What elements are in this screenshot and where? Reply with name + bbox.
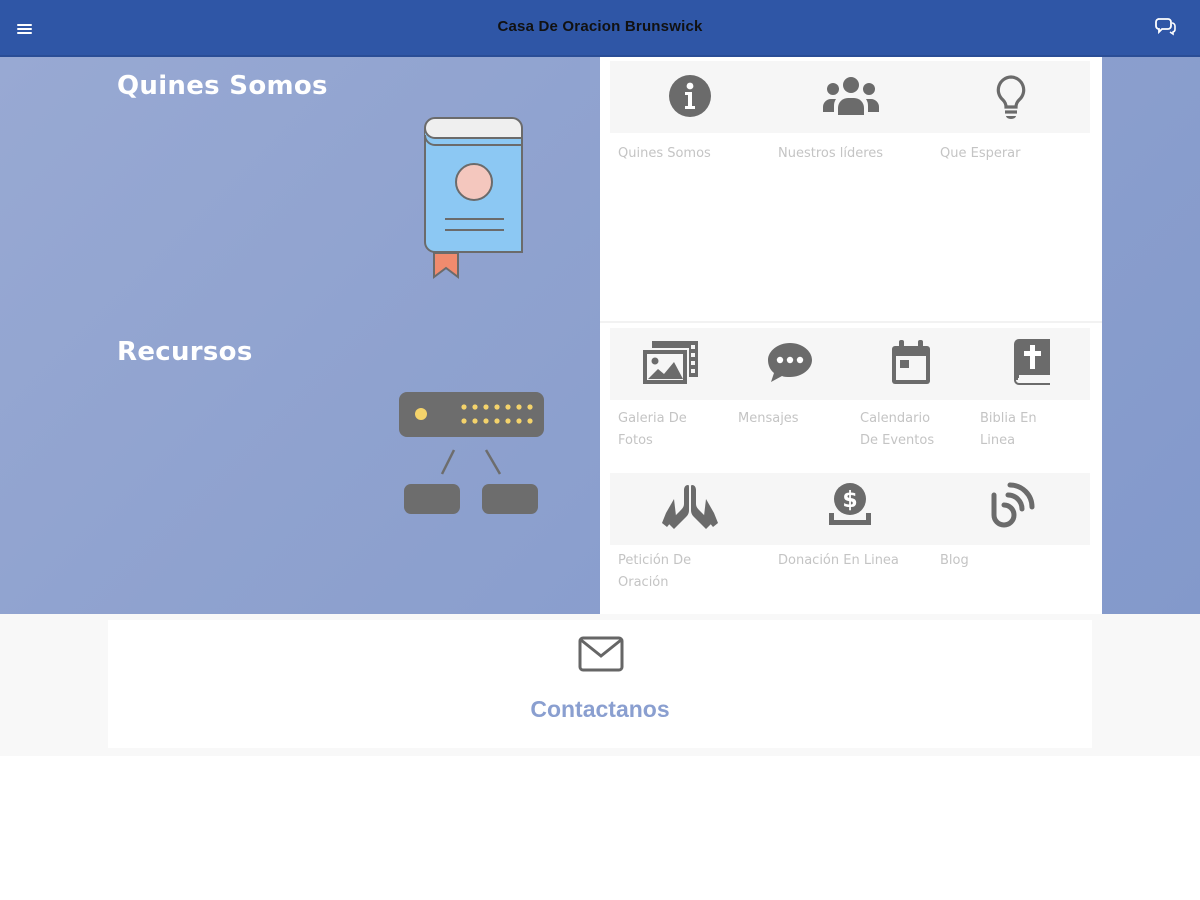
photo-gallery-icon <box>640 339 700 391</box>
tile-donacion-en-linea[interactable]: $ Donación En Linea <box>770 473 930 613</box>
book-icon <box>420 115 526 280</box>
tile-label-line2: Fotos <box>618 433 653 448</box>
tile-blog[interactable]: Blog <box>930 473 1090 613</box>
blog-rss-icon <box>988 481 1036 533</box>
tile-label-line1: Petición De <box>618 553 692 568</box>
tile-label: Nuestros líderes <box>778 146 884 161</box>
tile-peticion-de-oracion[interactable]: Petición De Oración <box>610 473 770 613</box>
calendar-icon <box>890 338 932 390</box>
chat-bubbles-icon[interactable] <box>1155 16 1179 38</box>
tile-label-line1: Calendario <box>860 411 931 426</box>
section-title-resources: Recursos <box>117 337 253 367</box>
tile-biblia-en-linea[interactable]: Biblia En Linea <box>970 328 1090 468</box>
tile-label-line1: Biblia En <box>980 411 1037 426</box>
app-header: Casa De Oracion Brunswick <box>0 0 1200 57</box>
info-circle-icon <box>668 74 712 122</box>
tile-quines-somos[interactable]: Quines Somos <box>610 61 770 181</box>
envelope-icon <box>578 636 624 676</box>
tile-label: Que Esperar <box>940 146 1021 161</box>
contact-label: Contactanos <box>530 696 670 722</box>
praying-hands-icon <box>660 481 720 535</box>
tile-label-line1: Galeria De <box>618 411 687 426</box>
tile-label-line1: Mensajes <box>738 411 799 426</box>
tile-que-esperar[interactable]: Que Esperar <box>930 61 1090 181</box>
tile-label-line2: De Eventos <box>860 433 935 448</box>
lightbulb-icon <box>994 74 1028 124</box>
donation-icon: $ <box>826 481 874 533</box>
svg-text:$: $ <box>842 488 857 513</box>
tile-label-line2: Linea <box>980 433 1016 448</box>
tile-nuestros-lideres[interactable]: Nuestros líderes <box>770 61 930 181</box>
section-title-about: Quines Somos <box>117 71 328 101</box>
tile-label-line1: Donación En Linea <box>778 553 899 568</box>
tile-label: Quines Somos <box>618 146 711 161</box>
tile-mensajes[interactable]: Mensajes <box>730 328 850 468</box>
section-divider <box>600 321 1102 323</box>
network-switch-icon <box>396 390 548 518</box>
contact-button[interactable]: Contactanos <box>108 620 1092 748</box>
users-group-icon <box>822 75 880 121</box>
tile-label-line1: Blog <box>940 553 969 568</box>
bible-icon <box>1012 338 1052 390</box>
app-title: Casa De Oracion Brunswick <box>497 18 703 35</box>
speech-bubble-icon <box>766 341 814 387</box>
tile-galeria-de-fotos[interactable]: Galeria De Fotos <box>610 328 730 468</box>
tile-calendario-de-eventos[interactable]: Calendario De Eventos <box>850 328 970 468</box>
tile-label-line2: Oración <box>618 575 669 590</box>
